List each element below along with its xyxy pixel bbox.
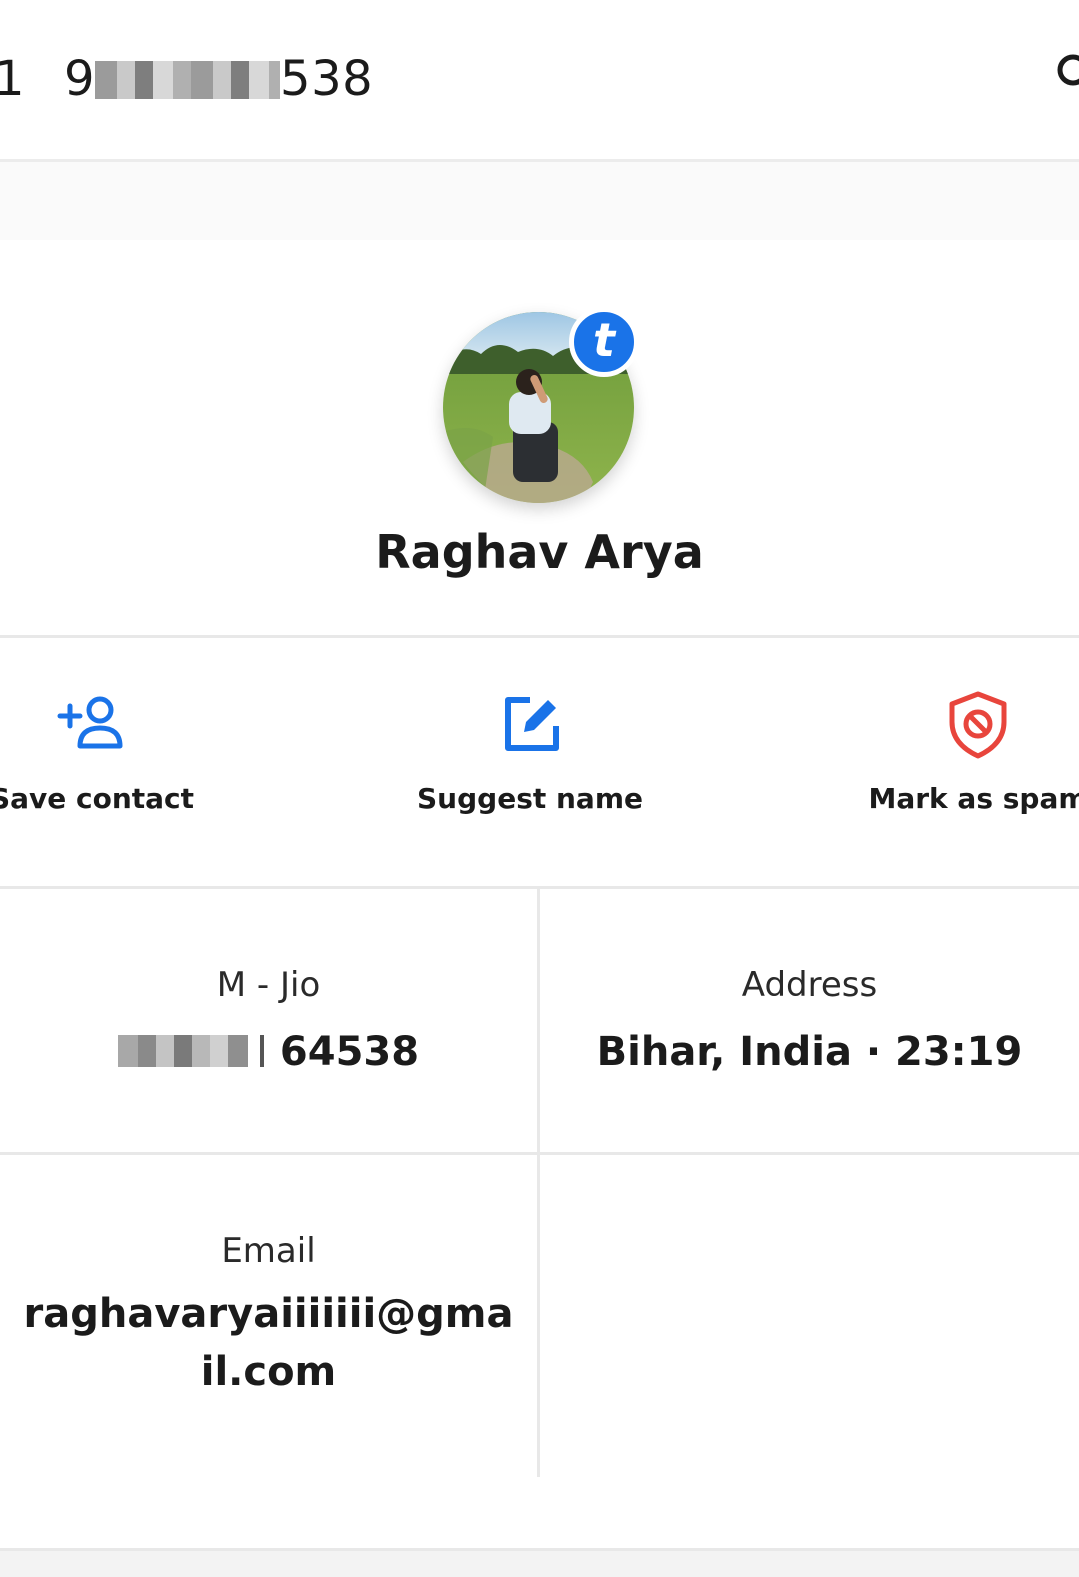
spam-shield-icon xyxy=(949,691,1007,759)
carrier-number-cell[interactable]: M - Jio 64538 xyxy=(0,889,537,1152)
action-row: Save contact Suggest name Mark as spam xyxy=(0,638,1079,886)
carrier-title: M - Jio xyxy=(216,965,321,1005)
email-value: raghavaryaiiiiiii@gmail.com xyxy=(23,1291,514,1395)
address-title: Address xyxy=(741,965,878,1005)
badge-letter: t xyxy=(593,313,615,367)
phone-number[interactable]: 9 538 xyxy=(64,50,373,108)
section-spacer xyxy=(0,162,1079,240)
add-person-icon xyxy=(57,696,123,749)
section-spacer xyxy=(0,1548,1079,1577)
suggest-name-button[interactable]: Suggest name xyxy=(380,688,680,816)
save-contact-label: Save contact xyxy=(0,782,195,815)
carrier-number: 64538 xyxy=(0,1027,537,1077)
address-cell[interactable]: Address Bihar, India · 23:19 xyxy=(540,889,1079,1152)
edit-icon xyxy=(505,697,559,751)
mark-as-spam-button[interactable]: Mark as spam xyxy=(828,688,1079,816)
carrier-number-end: 64538 xyxy=(279,1029,420,1075)
save-contact-button[interactable]: Save contact xyxy=(0,688,242,816)
number-prefix: 1 xyxy=(0,51,25,107)
redacted-digits xyxy=(95,61,281,99)
phone-number-end: 538 xyxy=(280,51,374,107)
redacted-digits xyxy=(117,1035,268,1067)
phone-number-start: 9 xyxy=(64,51,96,107)
email-title: Email xyxy=(221,1231,316,1271)
grid-divider-vertical xyxy=(537,889,540,1477)
search-icon[interactable] xyxy=(1055,52,1079,92)
email-cell[interactable]: Email raghavaryaiiiiiii@gmail.com xyxy=(0,1155,537,1475)
grid-divider-horizontal xyxy=(0,1152,1079,1155)
mark-as-spam-label: Mark as spam xyxy=(868,782,1079,815)
verified-badge: t xyxy=(569,307,639,377)
suggest-name-label: Suggest name xyxy=(417,782,643,815)
top-bar: 1 9 538 xyxy=(0,0,1079,160)
profile-section: t Raghav Arya xyxy=(0,240,1079,635)
contact-name: Raghav Arya xyxy=(375,525,704,579)
address-value: Bihar, India · 23:19 xyxy=(596,1029,1023,1075)
